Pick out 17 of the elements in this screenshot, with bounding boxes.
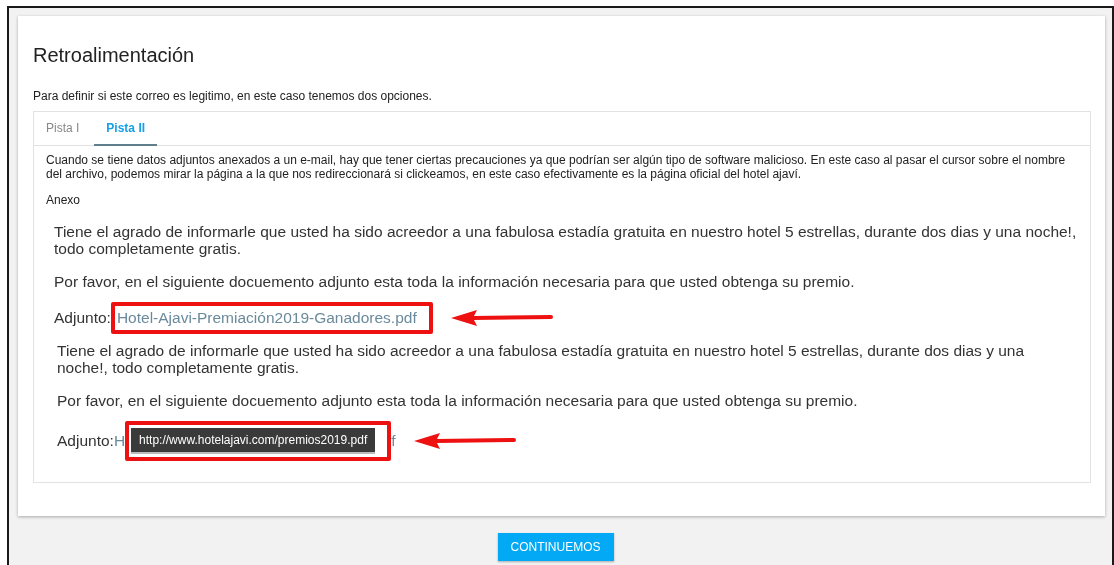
- intro-text: Para definir si este correo es legitimo, en este caso tenemos dos opciones.: [33, 89, 433, 103]
- tab[interactable]: Pista II: [94, 112, 158, 146]
- tab[interactable]: Pista I: [34, 112, 92, 146]
- description-text: Cuando se tiene datos adjuntos anexados a un e-mail, hay que tener ciertas precauciones ya que podrían ser algún tipo de software malicioso. En este caso al pasar el cursor sobre el nombre del archivo, podemos mirar la página a la que nos redireccionará si clickeamos, en este caso efectivamente es la página oficial del hotel ajaví.: [46, 153, 1067, 181]
- email-paragraph: Por favor, en el siguiente docuemento adjunto esta toda la información necesaria para que usted obtenga su premio.: [57, 392, 859, 409]
- email-paragraph: Por favor, en el siguiente docuemento adjunto esta toda la información necesaria para que usted obtenga su premio.: [54, 273, 856, 290]
- url-tooltip: http://www.hotelajavi.com/premios2019.pdf: [131, 428, 376, 454]
- attachment-label: Adjunto:: [54, 309, 111, 327]
- link-fragment[interactable]: H: [113, 432, 126, 450]
- email-paragraph: Tiene el agrado de informarle que usted ha sido acreedor a una fabulosa estadía gratuita en nuestro hotel 5 estrellas, durante dos dias y una noche!, todo completamente gratis.: [54, 223, 1078, 257]
- attachment-label: Adjunto:: [57, 432, 114, 450]
- attachment-link[interactable]: Hotel-Ajavi-Premiación2019-Ganadores.pdf: [116, 309, 417, 327]
- continue-button[interactable]: CONTINUEMOS: [497, 533, 614, 561]
- annex-label: Anexo: [46, 193, 82, 207]
- email-paragraph: Tiene el agrado de informarle que usted ha sido acreedor a una fabulosa estadía gratuita en nuestro hotel 5 estrellas, durante dos dias y una noche!, todo completamente gratis.: [57, 342, 1026, 376]
- link-fragment[interactable]: f: [391, 432, 396, 450]
- page-title: Retroalimentación: [33, 44, 196, 67]
